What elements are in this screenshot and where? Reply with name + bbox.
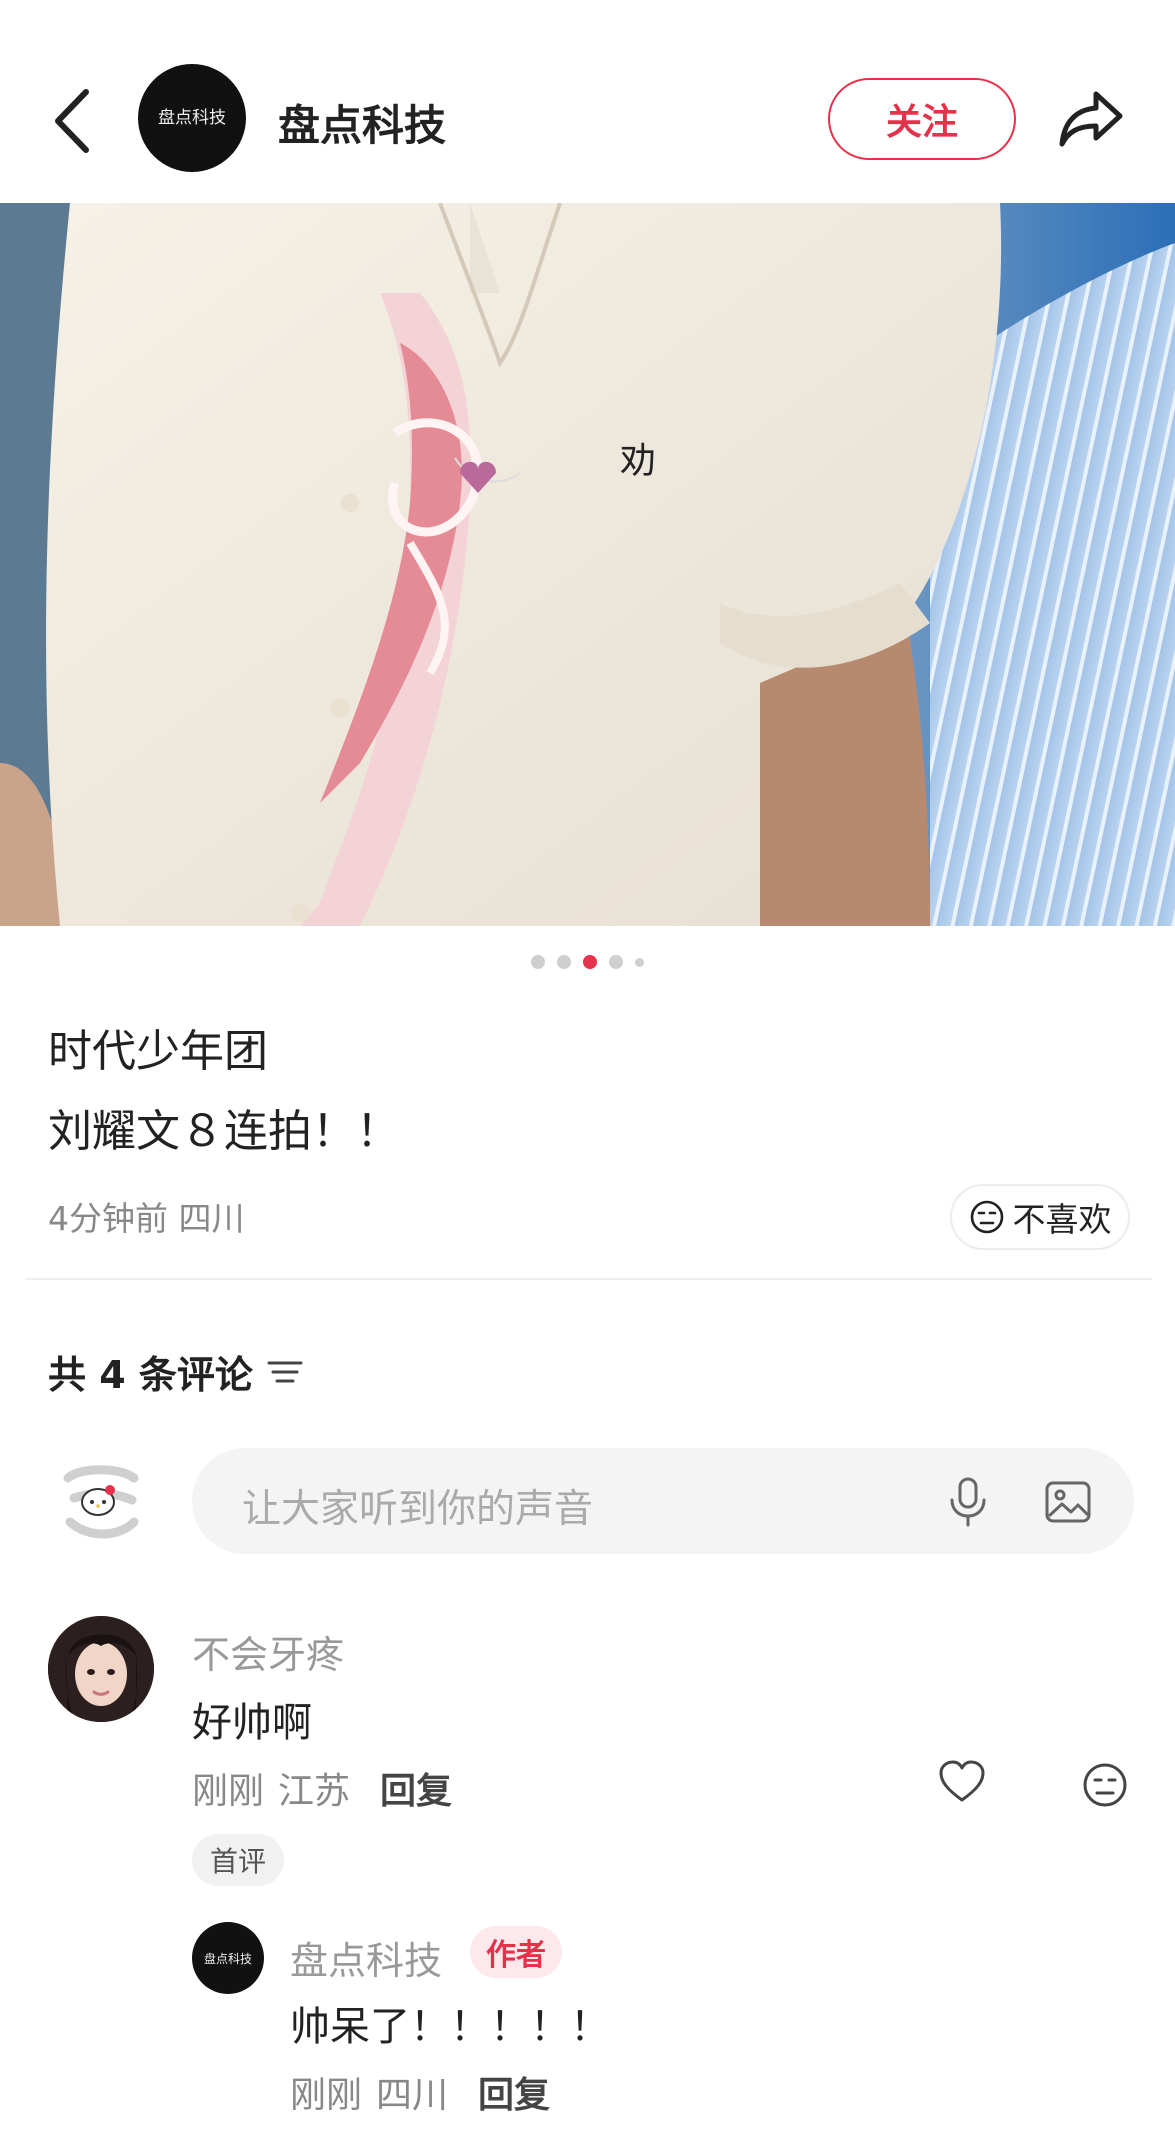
carousel-dot-active[interactable] bbox=[583, 955, 597, 969]
post-meta: 4分钟前 四川 bbox=[48, 1192, 245, 1240]
reply-author-avatar[interactable]: 盘点科技 bbox=[192, 1922, 264, 1994]
my-avatar-image bbox=[50, 1450, 150, 1550]
first-comment-badge: 首评 bbox=[192, 1834, 285, 1886]
commenter-avatar-image bbox=[48, 1616, 154, 1722]
photo-image: 劝 bbox=[0, 203, 1175, 926]
follow-button[interactable]: 关注 bbox=[828, 78, 1016, 160]
reply-button[interactable]: 回复 bbox=[478, 2066, 550, 2118]
author-avatar-logo-text: 盘点科技 bbox=[158, 107, 226, 128]
post-line-2: 刘耀文８连拍！！ bbox=[48, 1106, 400, 1157]
sort-icon[interactable] bbox=[267, 1357, 303, 1387]
share-arrow-icon[interactable] bbox=[1056, 88, 1126, 150]
reply-author-name[interactable]: 盘点科技 bbox=[290, 1930, 442, 1985]
post-body: 时代少年团 刘耀文８连拍！！ bbox=[48, 1012, 400, 1172]
heart-icon[interactable] bbox=[938, 1760, 986, 1804]
divider bbox=[25, 1278, 1152, 1280]
post-photo[interactable]: 劝 bbox=[0, 203, 1175, 926]
commenter-avatar[interactable] bbox=[48, 1616, 154, 1722]
reply-meta: 刚刚 四川 回复 bbox=[290, 2066, 550, 2118]
carousel-dot[interactable] bbox=[531, 955, 545, 969]
post-line-1: 时代少年团 bbox=[48, 1026, 268, 1077]
meh-face-icon[interactable] bbox=[1082, 1762, 1128, 1808]
comment-input[interactable]: 让大家听到你的声音 bbox=[192, 1448, 1134, 1554]
reply-location: 四川 bbox=[376, 2075, 449, 2116]
image-icon[interactable] bbox=[1044, 1478, 1092, 1526]
comment-time: 刚刚 bbox=[192, 1771, 265, 1812]
reply-avatar-logo-text: 盘点科技 bbox=[203, 1951, 252, 1966]
comment-text: 好帅啊 bbox=[192, 1700, 312, 1746]
microphone-icon[interactable] bbox=[946, 1476, 990, 1528]
author-avatar[interactable]: 盘点科技 bbox=[138, 64, 246, 172]
carousel-indicator bbox=[0, 955, 1175, 969]
commenter-name[interactable]: 不会牙疼 bbox=[192, 1624, 344, 1679]
my-avatar[interactable] bbox=[48, 1448, 152, 1552]
back-chevron-icon[interactable] bbox=[50, 86, 96, 156]
comment-input-placeholder: 让大家听到你的声音 bbox=[242, 1487, 594, 1532]
comment-count-label: 共 4 条评论 bbox=[48, 1353, 253, 1397]
dislike-label: 不喜欢 bbox=[1012, 1200, 1112, 1239]
top-bar: 盘点科技 盘点科技 关注 bbox=[0, 0, 1175, 203]
author-badge: 作者 bbox=[470, 1926, 562, 1978]
author-name[interactable]: 盘点科技 bbox=[278, 92, 446, 153]
reply-time: 刚刚 bbox=[290, 2075, 363, 2116]
carousel-dot[interactable] bbox=[557, 955, 571, 969]
carousel-dot[interactable] bbox=[635, 957, 644, 967]
reply-button[interactable]: 回复 bbox=[380, 1762, 452, 1814]
post-location: 四川 bbox=[178, 1199, 245, 1238]
comment-meta: 刚刚 江苏 回复 bbox=[192, 1762, 452, 1814]
dislike-button[interactable]: 不喜欢 bbox=[950, 1184, 1130, 1250]
comment-count-heading: 共 4 条评论 bbox=[48, 1344, 303, 1399]
carousel-dot[interactable] bbox=[609, 955, 623, 969]
meh-face-icon bbox=[970, 1200, 1003, 1234]
svg-text:劝: 劝 bbox=[620, 441, 656, 482]
comment-location: 江苏 bbox=[278, 1771, 351, 1812]
reply-text: 帅呆了！！！！！ bbox=[290, 2004, 610, 2050]
post-time: 4分钟前 bbox=[48, 1199, 168, 1238]
